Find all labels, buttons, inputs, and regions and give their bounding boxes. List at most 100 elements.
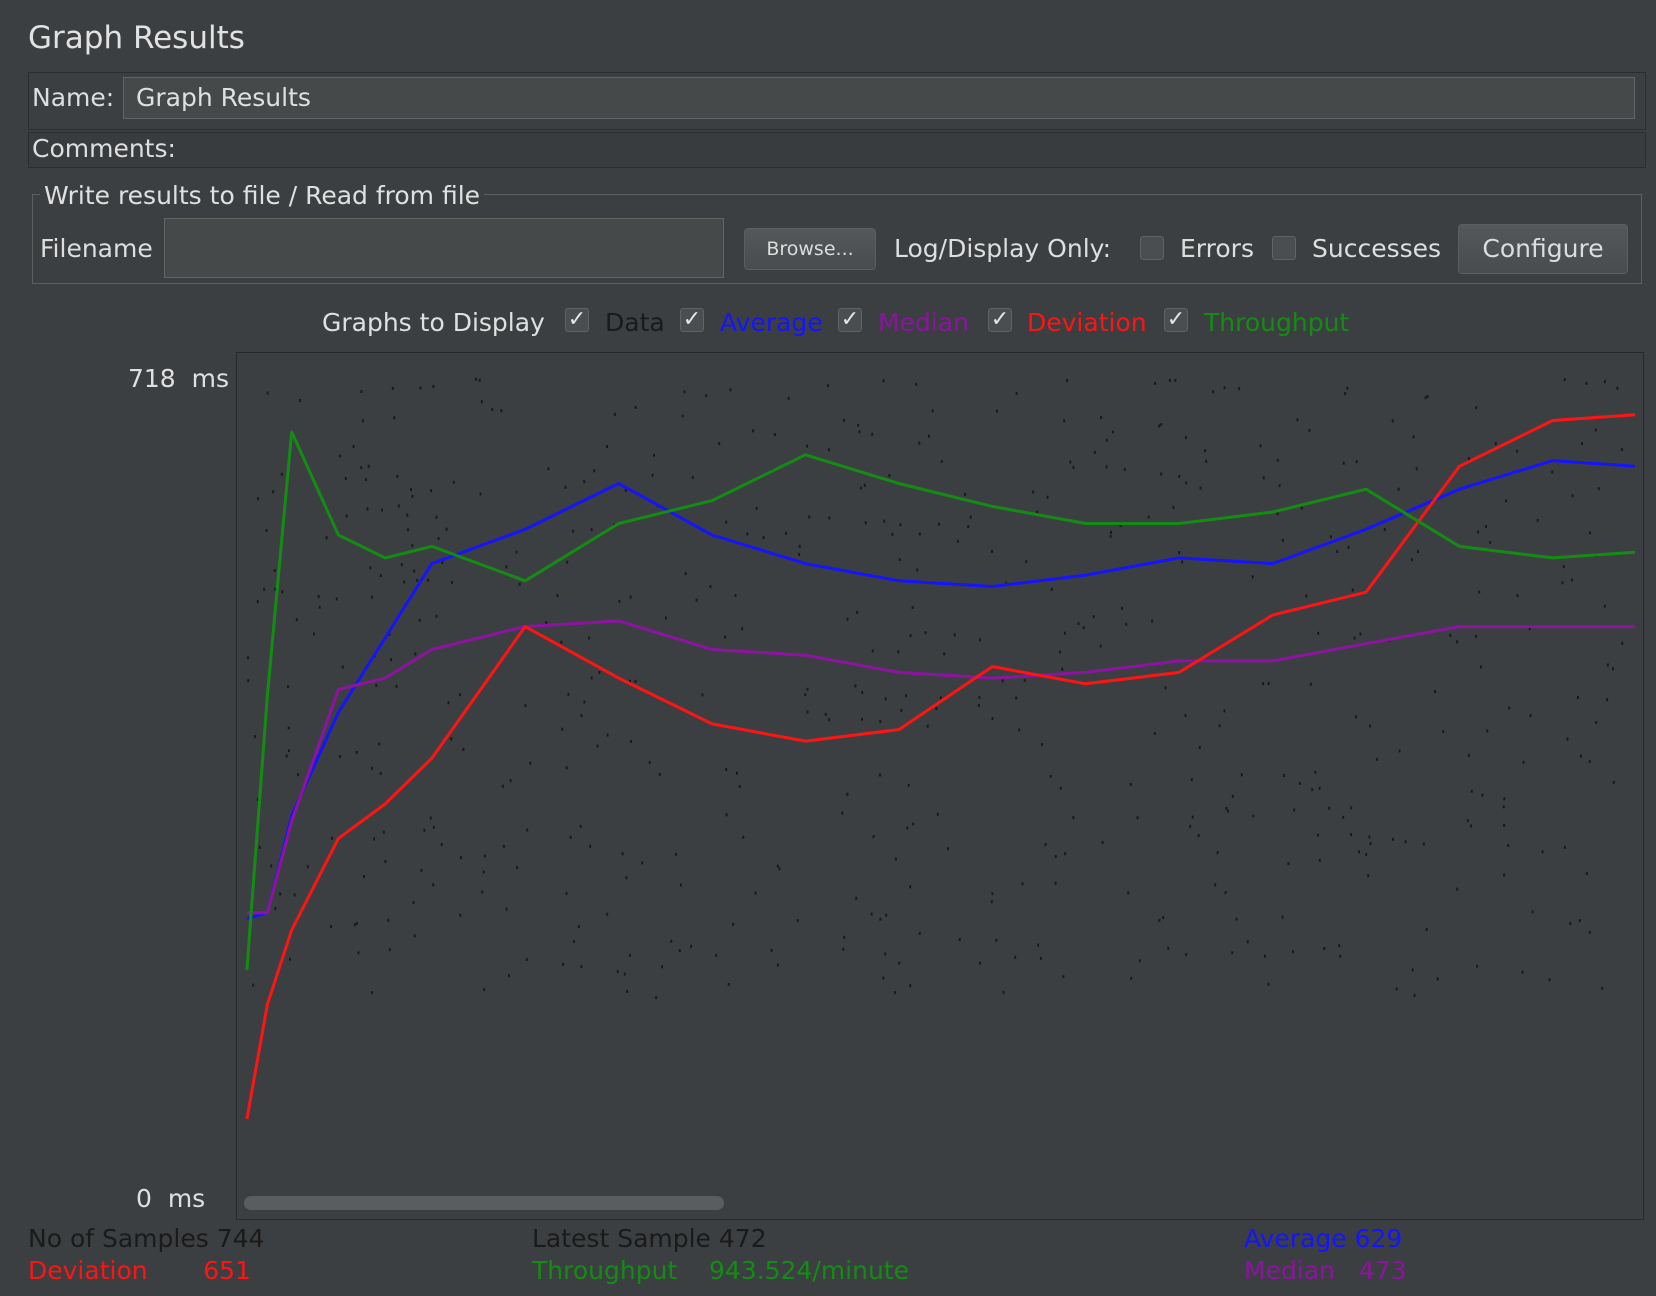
data-point xyxy=(1066,379,1069,383)
data-point xyxy=(411,544,414,548)
errors-checkbox[interactable] xyxy=(1140,236,1164,260)
data-point xyxy=(1346,386,1349,390)
data-point xyxy=(1018,728,1021,732)
data-point xyxy=(1138,959,1141,963)
data-point xyxy=(1267,682,1270,685)
data-point xyxy=(1158,918,1161,922)
y-axis-min-label: 0 ms xyxy=(136,1184,206,1213)
data-point xyxy=(709,585,712,589)
deviation-checkbox[interactable]: ✓ xyxy=(988,308,1012,332)
data-point xyxy=(382,830,385,834)
data-point xyxy=(450,581,453,584)
data-point xyxy=(1404,840,1407,844)
data-point xyxy=(870,912,873,916)
data-point xyxy=(430,489,433,493)
data-point xyxy=(1082,626,1085,630)
data-point xyxy=(909,634,912,638)
data-point xyxy=(593,469,596,473)
browse-button[interactable]: Browse... xyxy=(744,228,876,270)
data-point xyxy=(734,594,737,597)
data-point xyxy=(1476,964,1479,968)
data-point xyxy=(1041,743,1043,746)
data-point xyxy=(1318,786,1321,790)
data-point xyxy=(590,676,593,680)
data-point xyxy=(1412,435,1415,439)
data-point xyxy=(440,843,443,847)
data-point xyxy=(796,919,799,923)
name-field[interactable]: Graph Results xyxy=(123,77,1635,119)
filename-field[interactable] xyxy=(164,218,724,278)
data-point xyxy=(1516,449,1519,453)
data-point xyxy=(738,785,741,788)
data-point xyxy=(828,516,831,520)
data-point xyxy=(606,445,608,448)
data-point xyxy=(924,631,927,635)
graph-scrollbar[interactable] xyxy=(244,1196,724,1210)
data-point xyxy=(1477,530,1480,534)
comments-row[interactable]: Comments: xyxy=(28,132,1646,168)
data-point xyxy=(1058,650,1061,654)
data-point xyxy=(613,412,616,416)
data-point xyxy=(273,569,276,573)
data-point xyxy=(991,892,994,896)
data-point xyxy=(452,480,455,484)
data-point xyxy=(842,418,845,422)
data-point xyxy=(313,632,315,636)
data-point xyxy=(1105,465,1108,469)
data-point xyxy=(432,883,435,887)
successes-checkbox[interactable] xyxy=(1272,236,1296,260)
data-point xyxy=(416,578,419,582)
data-point xyxy=(1531,910,1534,914)
data-point xyxy=(1478,590,1481,594)
data-point xyxy=(293,893,296,897)
average-checkbox[interactable]: ✓ xyxy=(680,308,704,332)
data-point xyxy=(918,931,921,935)
data-point xyxy=(1585,872,1588,876)
data-point xyxy=(1375,757,1378,761)
data-point xyxy=(883,519,886,523)
data-point xyxy=(1293,808,1296,812)
data-point xyxy=(1225,806,1228,810)
data-point xyxy=(1442,730,1445,734)
panel-title: Graph Results xyxy=(28,20,245,56)
data-point xyxy=(854,684,857,688)
configure-button[interactable]: Configure xyxy=(1458,224,1628,274)
data-point xyxy=(995,938,998,942)
data-point xyxy=(1563,378,1566,382)
data-point xyxy=(979,638,981,642)
data-point xyxy=(577,925,580,929)
data-point xyxy=(1589,531,1591,535)
data-point xyxy=(344,477,347,481)
throughput-checkbox[interactable]: ✓ xyxy=(1164,308,1188,332)
data-point xyxy=(855,896,858,900)
data-checkbox[interactable]: ✓ xyxy=(565,308,589,332)
data-point xyxy=(1178,551,1181,555)
data-point xyxy=(618,599,621,603)
data-point xyxy=(1422,842,1425,846)
data-point xyxy=(483,988,486,992)
data-point xyxy=(621,852,624,856)
data-point xyxy=(806,710,809,714)
data-point xyxy=(1578,919,1581,923)
data-point xyxy=(435,614,438,618)
data-point xyxy=(690,944,693,948)
data-point xyxy=(1291,950,1294,954)
data-point xyxy=(1475,406,1478,410)
data-point xyxy=(912,822,915,826)
data-point xyxy=(1199,486,1202,490)
data-point xyxy=(1411,968,1414,972)
data-point xyxy=(462,747,465,751)
data-point xyxy=(1595,721,1598,725)
data-point xyxy=(1049,774,1052,778)
median-checkbox[interactable]: ✓ xyxy=(838,308,862,332)
data-point xyxy=(274,907,277,911)
data-point xyxy=(773,433,776,437)
data-point xyxy=(370,991,373,995)
data-point xyxy=(754,891,757,895)
data-point xyxy=(419,386,422,390)
data-point xyxy=(787,396,790,400)
data-point xyxy=(1298,781,1301,785)
data-point xyxy=(482,870,485,874)
data-point xyxy=(1235,917,1238,921)
data-point xyxy=(1606,663,1609,667)
